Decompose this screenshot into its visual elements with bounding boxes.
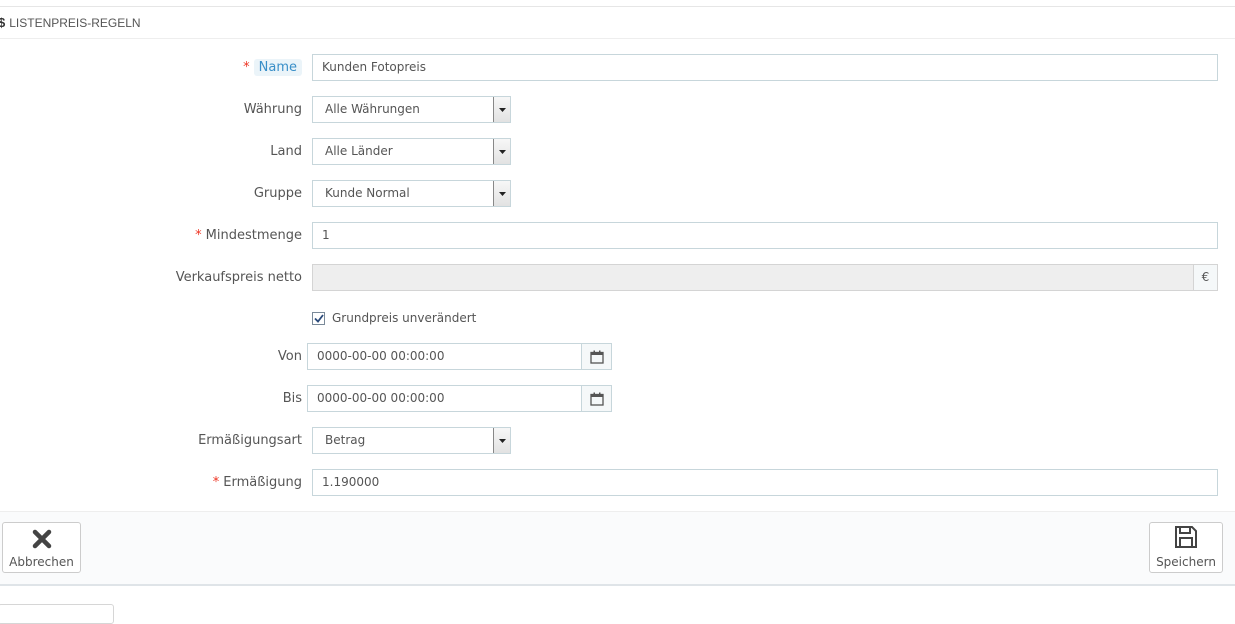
discount-type-label: Ermäßigungsart [198, 433, 302, 448]
calendar-icon[interactable] [581, 385, 612, 412]
calendar-icon[interactable] [581, 343, 612, 370]
currency-addon: € [1193, 264, 1218, 291]
to-label: Bis [282, 391, 302, 406]
cancel-button-label: Abbrechen [9, 555, 74, 569]
currency-select-value: Alle Währungen [325, 102, 420, 116]
country-select-value: Alle Länder [325, 144, 393, 158]
country-select[interactable]: Alle Länder [312, 138, 511, 165]
top-divider [0, 0, 1235, 7]
group-select-value: Kunde Normal [325, 186, 410, 200]
panel-heading: $ LISTENPREIS-REGELN [0, 7, 1235, 39]
discount-label-text: Ermäßigung [223, 475, 302, 490]
name-input[interactable]: Kunden Fotopreis [312, 54, 1218, 81]
currency-label: Währung [243, 102, 302, 117]
chevron-down-icon[interactable] [493, 181, 510, 206]
from-date-input[interactable]: 0000-00-00 00:00:00 [307, 343, 582, 370]
min-qty-label-text: Mindestmenge [205, 228, 302, 243]
keep-base-price-label[interactable]: Grundpreis unverändert [332, 311, 476, 325]
min-qty-input[interactable]: 1 [312, 222, 1218, 249]
discount-type-select-value: Betrag [325, 433, 366, 447]
discount-input[interactable]: 1.190000 [312, 469, 1218, 496]
net-price-label: Verkaufspreis netto [175, 270, 302, 285]
chevron-down-icon[interactable] [493, 428, 510, 453]
discount-type-select[interactable]: Betrag [312, 427, 511, 454]
dollar-icon: $ [0, 15, 6, 30]
required-mark: * [212, 475, 220, 490]
name-label-text: Name [253, 59, 302, 76]
discount-label: * Ermäßigung [213, 474, 302, 492]
currency-select[interactable]: Alle Währungen [312, 96, 511, 123]
name-label: * Name [243, 59, 302, 77]
save-button-label: Speichern [1156, 555, 1216, 569]
cancel-button[interactable]: Abbrechen [2, 522, 81, 573]
keep-base-price-row[interactable]: Grundpreis unverändert [312, 311, 476, 325]
save-icon [1174, 525, 1198, 552]
group-select[interactable]: Kunde Normal [312, 180, 511, 207]
min-qty-label: * Mindestmenge [195, 227, 302, 245]
to-date-input[interactable]: 0000-00-00 00:00:00 [307, 385, 582, 412]
country-label: Land [270, 144, 302, 159]
required-mark: * [243, 60, 250, 75]
chevron-down-icon[interactable] [493, 97, 510, 122]
panel-title: LISTENPREIS-REGELN [9, 15, 141, 30]
chevron-down-icon[interactable] [493, 139, 510, 164]
from-label: Von [277, 349, 302, 364]
net-price-input [312, 264, 1194, 291]
keep-base-price-checkbox[interactable] [312, 311, 325, 325]
save-button[interactable]: Speichern [1149, 522, 1223, 573]
required-mark: * [195, 228, 202, 243]
panel-footer [0, 511, 1235, 586]
group-label: Gruppe [253, 186, 302, 201]
close-icon [32, 529, 52, 552]
next-panel-edge [0, 604, 114, 624]
